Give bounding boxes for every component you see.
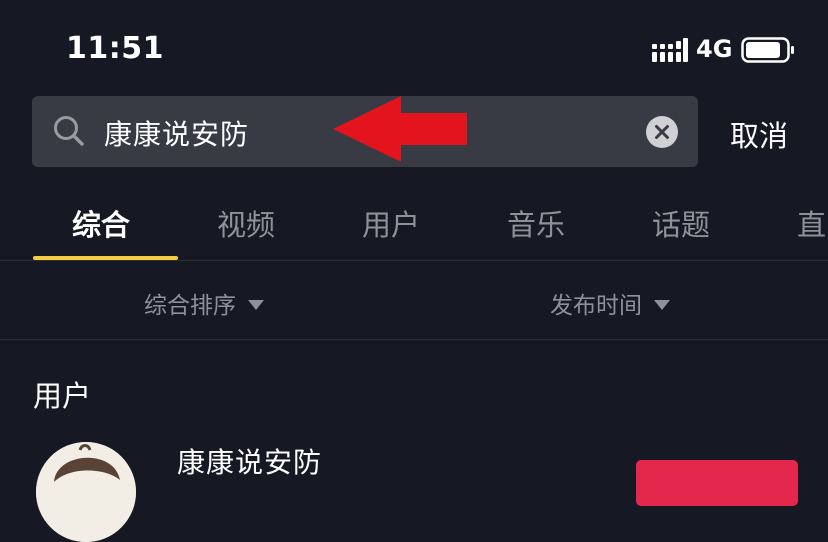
- signal-icon: [652, 38, 688, 62]
- network-label: 4G: [696, 35, 733, 63]
- tab-music[interactable]: 音乐: [507, 202, 565, 244]
- caret-down-icon: [248, 299, 264, 310]
- status-bar: 11:51 4G: [0, 0, 828, 96]
- tabs-divider: [0, 260, 828, 261]
- avatar-illustration: [36, 442, 136, 542]
- user-name[interactable]: 康康说安防: [177, 441, 322, 481]
- clear-icon[interactable]: [646, 116, 678, 148]
- caret-down-icon: [654, 299, 670, 310]
- time-filter-label: 发布时间: [550, 293, 642, 319]
- sort-filter-label: 综合排序: [144, 293, 236, 319]
- time-filter-dropdown[interactable]: 发布时间: [550, 286, 670, 320]
- filter-divider: [0, 339, 828, 340]
- tab-video[interactable]: 视频: [217, 202, 275, 244]
- red-arrow-icon: [333, 96, 467, 162]
- avatar[interactable]: [36, 442, 136, 542]
- battery-icon: [741, 37, 794, 63]
- search-icon: [54, 116, 84, 146]
- result-tabs: 综合 视频 用户 音乐 话题 直: [0, 190, 828, 260]
- follow-button[interactable]: [636, 460, 798, 506]
- section-title-users: 用户: [33, 379, 92, 413]
- tab-live[interactable]: 直: [797, 202, 826, 244]
- tab-topics[interactable]: 话题: [652, 202, 710, 244]
- cancel-button[interactable]: 取消: [730, 113, 788, 155]
- search-value[interactable]: 康康说安防: [104, 113, 249, 153]
- tab-comprehensive[interactable]: 综合: [72, 202, 130, 244]
- sort-filter-dropdown[interactable]: 综合排序: [144, 286, 264, 320]
- tab-users[interactable]: 用户: [362, 202, 420, 244]
- status-time: 11:51: [66, 31, 164, 66]
